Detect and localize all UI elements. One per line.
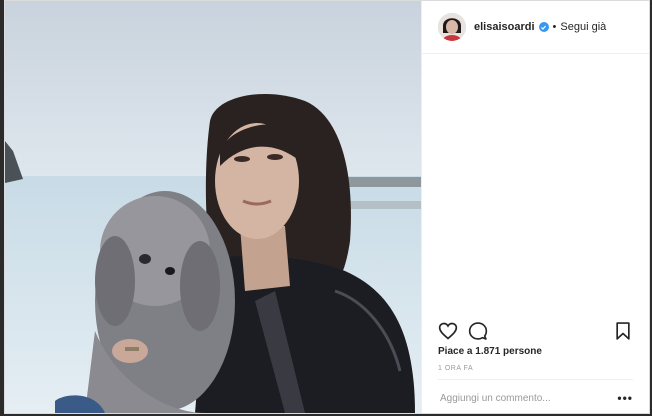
post-photo[interactable] bbox=[5, 1, 421, 413]
action-bar bbox=[438, 321, 633, 341]
comment-input[interactable] bbox=[438, 391, 618, 405]
avatar-image bbox=[438, 13, 466, 41]
bookmark-icon[interactable] bbox=[613, 321, 633, 341]
post-sidebar: elisaisoardi • Segui già Piace a 1.871 p… bbox=[421, 1, 649, 413]
username-link[interactable]: elisaisoardi bbox=[474, 21, 535, 33]
instagram-post: elisaisoardi • Segui già Piace a 1.871 p… bbox=[4, 0, 650, 414]
heart-icon[interactable] bbox=[438, 321, 458, 341]
post-timestamp[interactable]: 1 ORA FA bbox=[438, 365, 473, 372]
verified-icon bbox=[538, 22, 549, 32]
comment-bar: ••• bbox=[438, 379, 633, 416]
more-icon[interactable]: ••• bbox=[617, 391, 633, 405]
photo-image bbox=[5, 1, 421, 413]
avatar[interactable] bbox=[438, 13, 466, 41]
comment-icon[interactable] bbox=[468, 321, 488, 341]
likes-count[interactable]: Piace a 1.871 persone bbox=[438, 346, 542, 357]
post-header: elisaisoardi • Segui già bbox=[422, 1, 649, 54]
separator-dot: • bbox=[552, 21, 557, 33]
follow-button[interactable]: Segui già bbox=[560, 21, 606, 33]
